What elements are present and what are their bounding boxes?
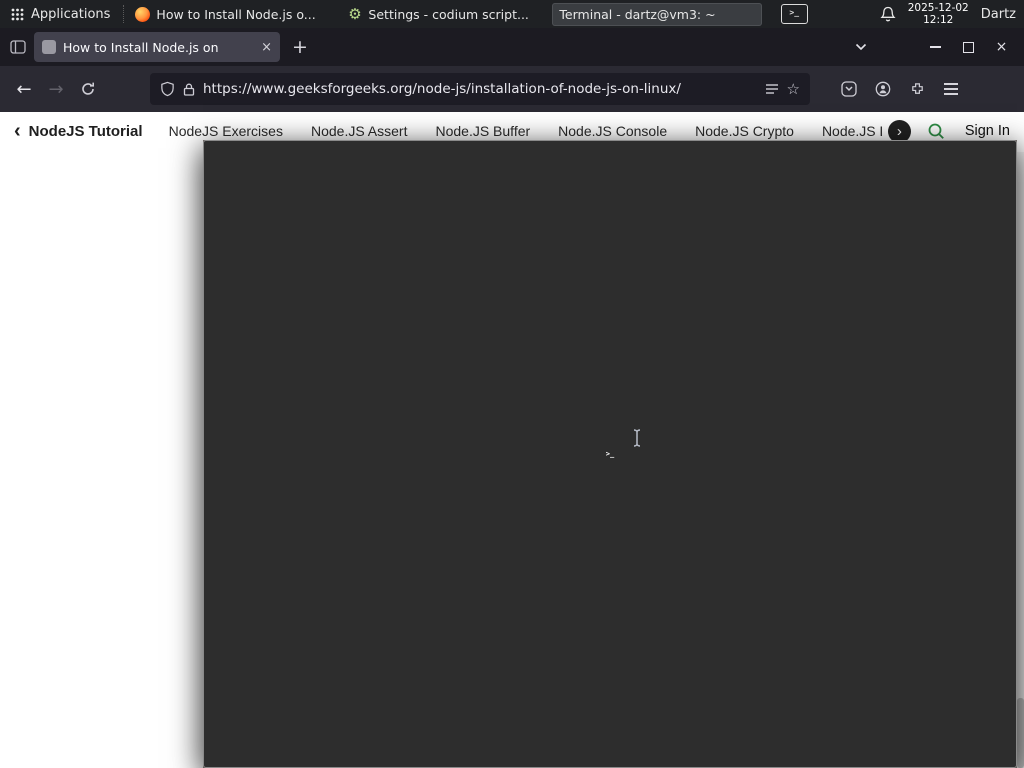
site-nav-link[interactable]: NodeJS Exercises	[169, 123, 283, 139]
tab-bar: How to Install Node.js on × + ×	[0, 28, 1024, 66]
bookmark-star-icon[interactable]: ☆	[787, 80, 800, 98]
search-icon[interactable]	[927, 122, 945, 140]
tray-terminal-icon[interactable]: >_	[780, 4, 808, 24]
padlock-icon[interactable]	[183, 82, 195, 97]
browser-toolbar: ← → https://www.geeksforgeeks.org/node-j…	[0, 66, 1024, 112]
settings-icon: ⚙	[348, 5, 362, 23]
taskbar-button-title: How to Install Node.js o...	[156, 6, 316, 22]
account-icon[interactable]	[868, 74, 898, 104]
taskbar-button-title: Settings - codium script...	[368, 6, 529, 22]
clock-time: 12:12	[923, 14, 954, 26]
window-minimize-button[interactable]	[919, 32, 952, 62]
taskbar-button-title: Terminal - dartz@vm3: ~	[559, 6, 716, 22]
back-button[interactable]: ←	[8, 73, 40, 105]
new-tab-button[interactable]: +	[292, 37, 308, 57]
site-nav-items: NodeJS Exercises Node.JS Assert Node.JS Bu…	[169, 123, 882, 139]
reader-mode-icon[interactable]	[765, 82, 779, 96]
taskbar-button-settings[interactable]: ⚙ Settings - codium script...	[340, 3, 550, 26]
site-nav-section-title[interactable]: NodeJS Tutorial	[29, 123, 143, 140]
tracking-shield-icon[interactable]	[160, 81, 175, 97]
taskbar-button-firefox[interactable]: How to Install Node.js o...	[128, 3, 338, 26]
panel-separator	[123, 5, 125, 23]
tab-title: How to Install Node.js on	[63, 39, 219, 55]
site-nav-link[interactable]: Node.JS Console	[558, 123, 667, 139]
clock-date: 2025-12-02	[907, 2, 969, 14]
applications-grid-icon	[11, 8, 24, 20]
firefox-view-icon[interactable]	[10, 40, 26, 54]
notification-bell-icon[interactable]	[880, 6, 896, 23]
taskbar-button-terminal[interactable]: >_ Terminal - dartz@vm3: ~	[203, 2, 1017, 768]
url-bar[interactable]: https://www.geeksforgeeks.org/node-js/in…	[150, 73, 810, 105]
tab-favicon	[42, 40, 56, 54]
window-maximize-button[interactable]	[952, 32, 985, 62]
pocket-icon[interactable]	[834, 74, 864, 104]
taskbar: How to Install Node.js o... ⚙ Settings - c…	[128, 0, 1017, 768]
window-controls: ×	[844, 32, 1018, 62]
toolbar-right-icons	[834, 74, 966, 104]
panel-clock[interactable]: 2025-12-02 12:12	[908, 2, 969, 26]
url-text[interactable]: https://www.geeksforgeeks.org/node-js/in…	[203, 81, 757, 97]
site-nav-link[interactable]: Node.JS Crypto	[695, 123, 794, 139]
site-nav-link[interactable]: Node.JS DNS	[822, 123, 882, 139]
page-scrollbar-thumb[interactable]	[1017, 698, 1024, 768]
page-scrollbar[interactable]	[1017, 152, 1024, 768]
menu-hamburger-icon[interactable]	[936, 74, 966, 104]
forward-button[interactable]: →	[40, 73, 72, 105]
applications-label: Applications	[31, 6, 111, 22]
site-nav-link[interactable]: Node.JS Buffer	[435, 123, 530, 139]
top-panel: Applications How to Install Node.js o...…	[0, 0, 1024, 768]
applications-menu-button[interactable]: Applications	[2, 0, 119, 28]
window-close-button[interactable]: ×	[985, 32, 1018, 62]
panel-user-label: Dartz	[980, 6, 1016, 22]
site-nav-back-chevron-icon[interactable]: ‹	[14, 121, 21, 141]
sign-in-button[interactable]: Sign In	[965, 123, 1010, 139]
list-all-tabs-chevron-icon[interactable]	[844, 32, 877, 62]
mouse-ibeam-cursor	[631, 428, 643, 452]
tab-close-icon[interactable]: ×	[261, 40, 272, 55]
extensions-icon[interactable]	[902, 74, 932, 104]
reload-button[interactable]	[72, 73, 104, 105]
site-nav-link[interactable]: Node.JS Assert	[311, 123, 408, 139]
browser-tab[interactable]: How to Install Node.js on ×	[34, 32, 280, 62]
firefox-icon	[135, 6, 151, 22]
